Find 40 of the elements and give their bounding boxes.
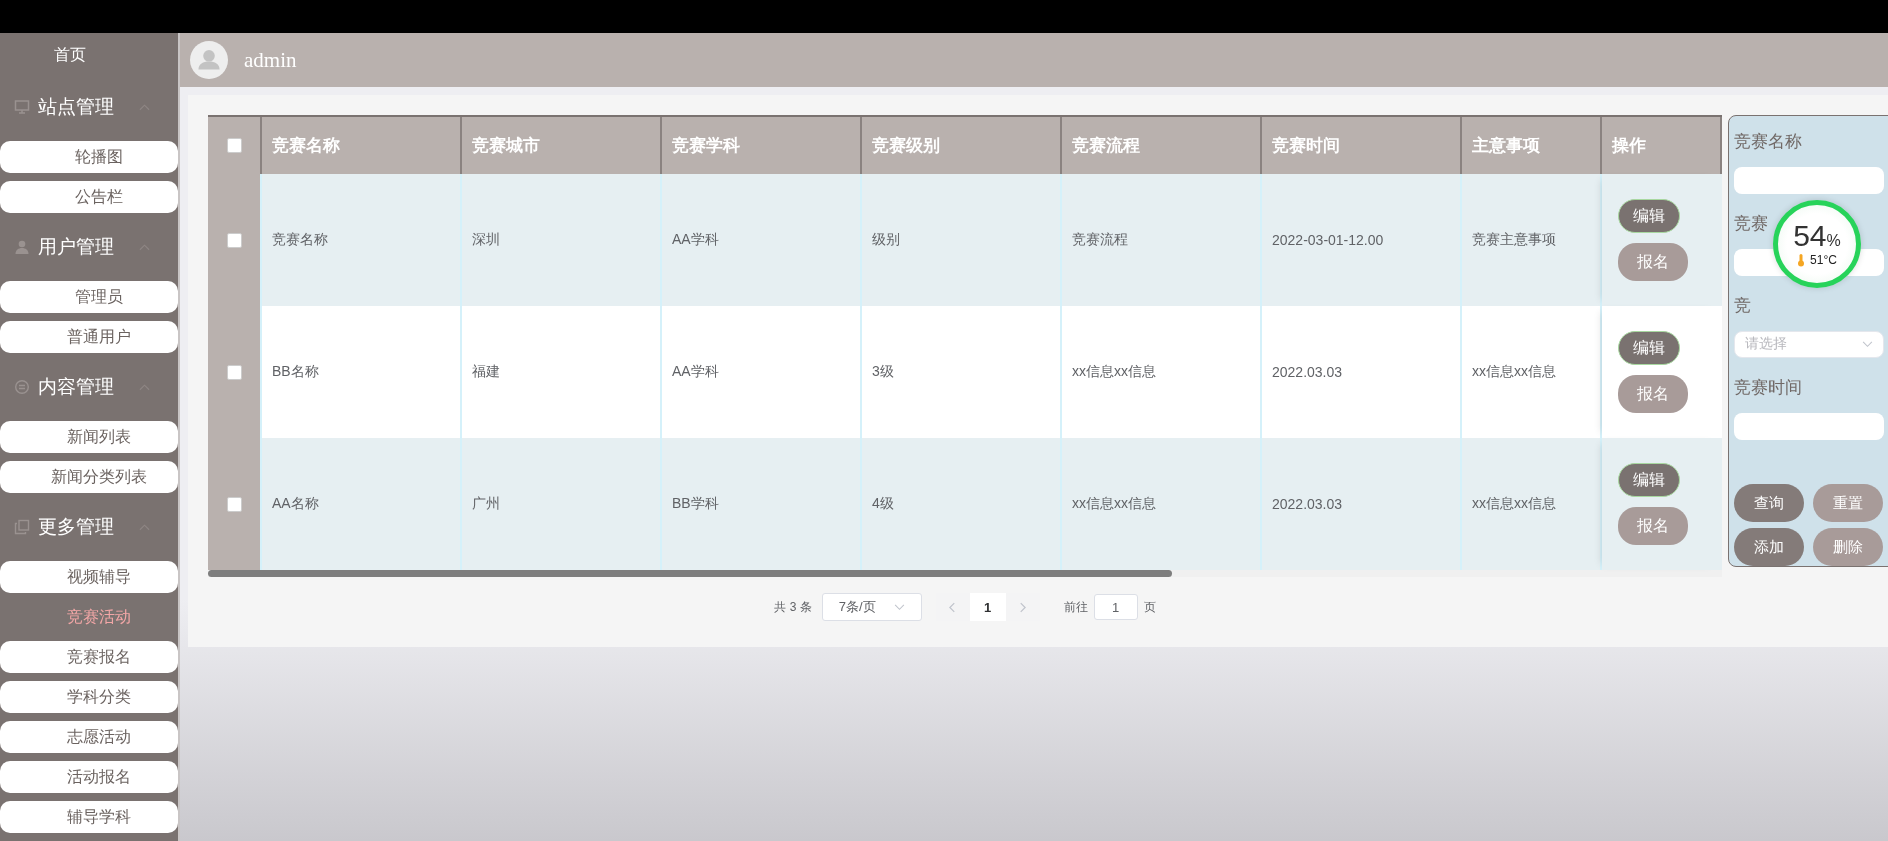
table-cell: 竞赛流程 <box>1062 174 1262 306</box>
table-cell: 4级 <box>862 438 1062 570</box>
table-cell: xx信息xx信息 <box>1062 438 1262 570</box>
table-cell: xx信息xx信息 <box>1062 306 1262 438</box>
field-label: 竞 <box>1734 294 1752 317</box>
page-suffix: 页 <box>1143 598 1156 616</box>
table-cell: 竞赛主意事项 <box>1462 174 1602 306</box>
table-cell: 级别 <box>862 174 1062 306</box>
table-cell: 2022.03.03 <box>1262 438 1462 570</box>
column-header: 竞赛学科 <box>662 117 862 174</box>
field-label: 竞赛时间 <box>1734 377 1803 399</box>
table-cell: xx信息xx信息 <box>1462 306 1602 438</box>
table-cell: xx信息xx信息 <box>1462 438 1602 570</box>
temperature-reading: 51°C <box>1810 253 1837 267</box>
column-header: 竞赛城市 <box>462 117 662 174</box>
table-cell: 广州 <box>462 438 662 570</box>
table-cell: AA学科 <box>662 174 862 306</box>
column-header: 操作 <box>1602 117 1722 174</box>
table-cell: 2022-03-01-12.00 <box>1262 174 1462 306</box>
usage-value: 54 <box>1793 221 1827 251</box>
column-header: 竞赛级别 <box>862 117 1062 174</box>
total-count: 共 3 条 <box>774 598 812 616</box>
column-header: 竞赛流程 <box>1062 117 1262 174</box>
field-label: 竞赛名称 <box>1734 131 1803 153</box>
column-header: 主意事项 <box>1462 117 1602 174</box>
table-cell: AA名称 <box>262 438 462 570</box>
table-cell: 3级 <box>862 306 1062 438</box>
goto-label: 前往 <box>1063 598 1088 616</box>
field-label: 竞赛 <box>1734 213 1769 235</box>
table-cell: AA学科 <box>662 306 862 438</box>
table-cell: BB学科 <box>662 438 862 570</box>
column-header: 竞赛名称 <box>262 117 462 174</box>
table-cell: 2022.03.03 <box>1262 306 1462 438</box>
table-cell: BB名称 <box>262 306 462 438</box>
table-cell: 竞赛名称 <box>262 174 462 306</box>
column-header: 竞赛时间 <box>1262 117 1462 174</box>
usage-unit: % <box>1826 232 1841 250</box>
user-name: admin <box>244 47 297 73</box>
table-cell: 深圳 <box>462 174 662 306</box>
table-cell: 福建 <box>462 306 662 438</box>
